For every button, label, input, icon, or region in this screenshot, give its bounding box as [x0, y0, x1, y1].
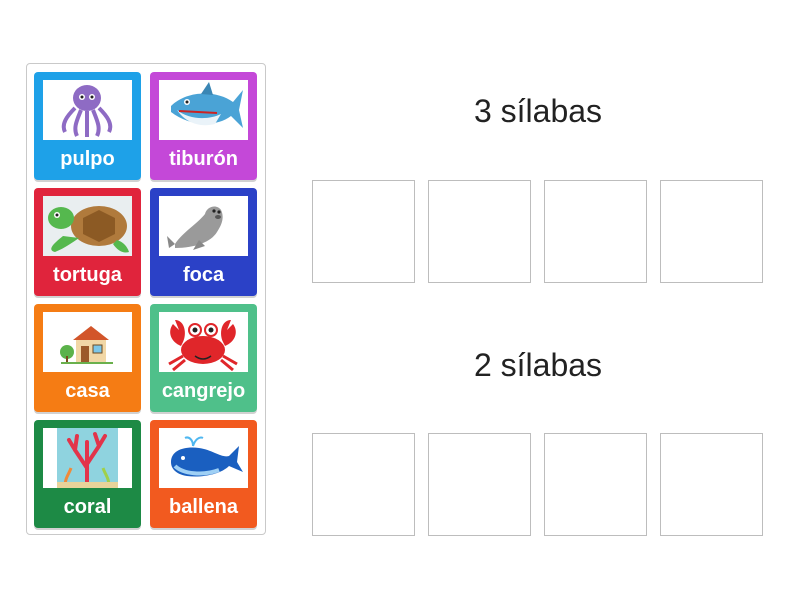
- drop-slot[interactable]: [544, 180, 647, 283]
- card-tiburon[interactable]: tiburón: [150, 72, 257, 180]
- coral-icon: [43, 428, 132, 488]
- card-label: tiburón: [169, 148, 238, 170]
- house-icon: [43, 312, 132, 372]
- card-casa[interactable]: casa: [34, 304, 141, 412]
- card-pulpo[interactable]: pulpo: [34, 72, 141, 180]
- whale-icon: [159, 428, 248, 488]
- drop-slot[interactable]: [312, 180, 415, 283]
- group-title-2-silabas: 2 sílabas: [473, 347, 603, 383]
- card-label: foca: [182, 264, 225, 286]
- drop-slot[interactable]: [312, 433, 415, 536]
- crab-icon: [159, 312, 248, 372]
- drop-slot[interactable]: [428, 433, 531, 536]
- shark-icon: [159, 80, 248, 140]
- drop-slot[interactable]: [660, 180, 763, 283]
- card-coral[interactable]: coral: [34, 420, 141, 528]
- drop-slot[interactable]: [428, 180, 531, 283]
- card-ballena[interactable]: ballena: [150, 420, 257, 528]
- card-label: cangrejo: [161, 380, 246, 402]
- card-label: coral: [63, 496, 112, 518]
- card-foca[interactable]: foca: [150, 188, 257, 296]
- card-cangrejo[interactable]: cangrejo: [150, 304, 257, 412]
- card-label: casa: [65, 380, 110, 402]
- octopus-icon: [43, 80, 132, 140]
- card-tortuga[interactable]: tortuga: [34, 188, 141, 296]
- group-title-3-silabas: 3 sílabas: [473, 93, 603, 129]
- card-label: ballena: [169, 496, 238, 518]
- card-label: pulpo: [60, 148, 115, 170]
- turtle-icon: [43, 196, 132, 256]
- card-label: tortuga: [53, 264, 122, 286]
- drop-slot[interactable]: [660, 433, 763, 536]
- drop-slot[interactable]: [544, 433, 647, 536]
- seal-icon: [159, 196, 248, 256]
